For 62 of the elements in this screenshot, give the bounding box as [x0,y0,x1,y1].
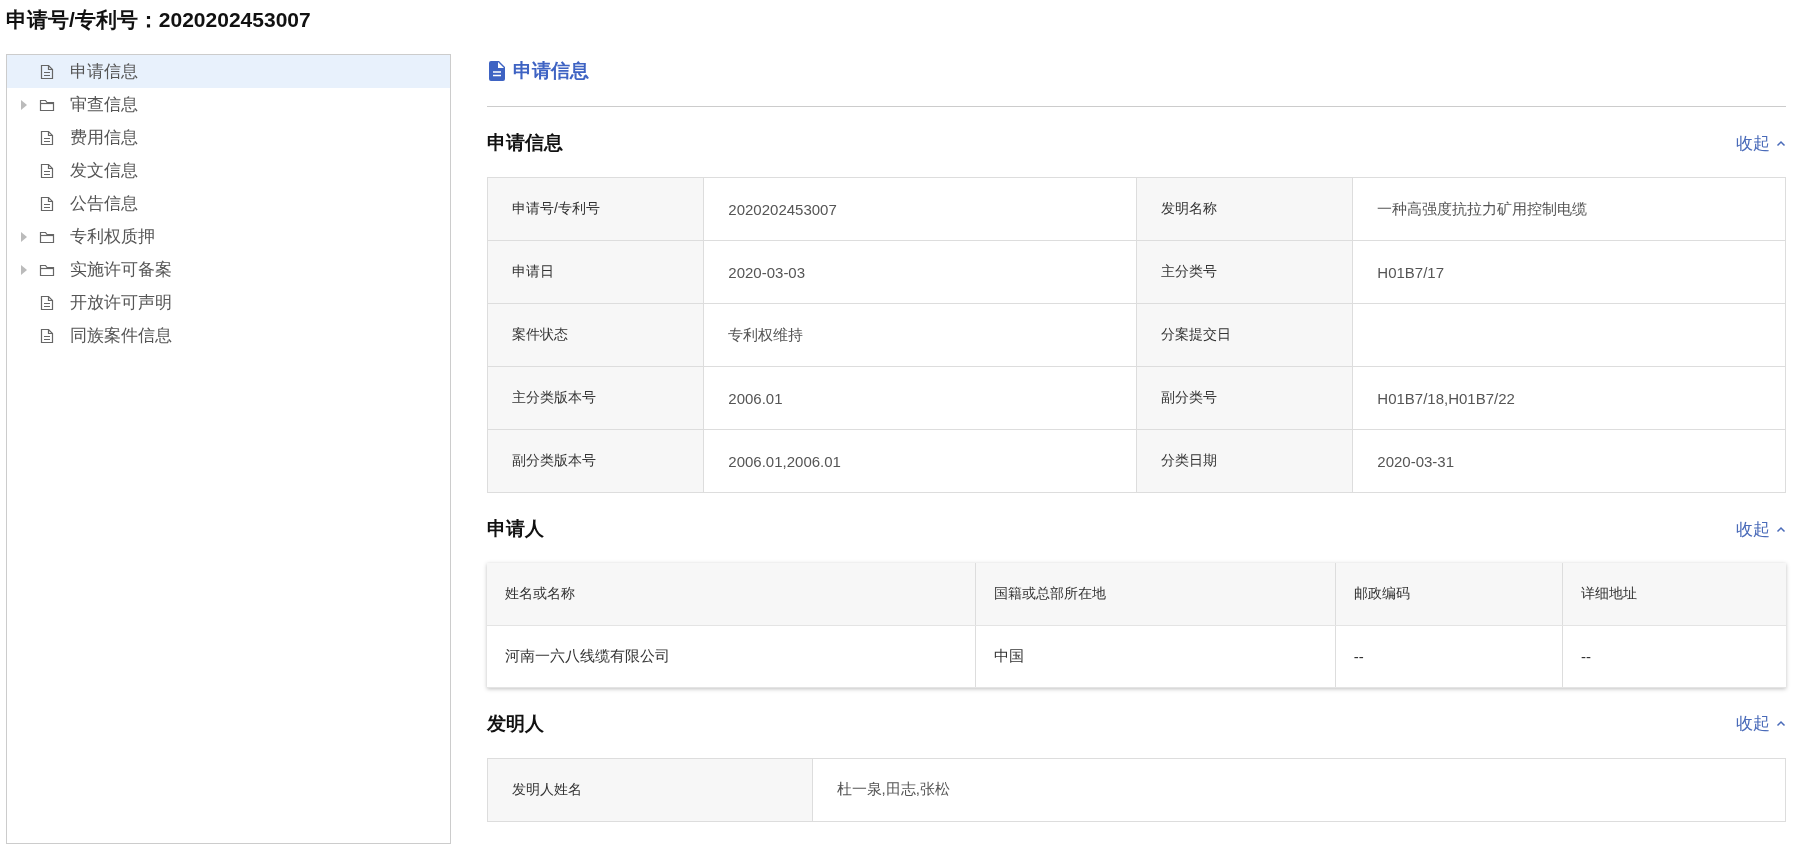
section-title: 发明人 [487,711,544,736]
field-value: H01B7/17 [1352,240,1786,304]
column-header: 姓名或名称 [487,563,976,625]
field-value: 专利权维持 [703,303,1137,367]
tree-item[interactable]: 专利权质押 [7,220,450,253]
panel-heading: 申请信息 [513,59,589,83]
field-label: 副分类号 [1136,366,1353,430]
field-label: 主分类版本号 [487,366,704,430]
tree-item[interactable]: 发文信息 [7,154,450,187]
tree-item[interactable]: 开放许可声明 [7,286,450,319]
field-value: 2020202453007 [703,177,1137,241]
field-label: 申请号/专利号 [487,177,704,241]
field-label: 申请日 [487,240,704,304]
field-value: 2020-03-31 [1352,429,1786,493]
document-icon [40,63,54,80]
document-icon [40,129,54,146]
field-label: 主分类号 [1136,240,1353,304]
document-icon [40,162,54,179]
folder-icon [39,97,55,112]
table-cell: -- [1335,625,1563,687]
document-icon [40,195,54,212]
folder-icon [39,229,55,244]
field-value: 一种高强度抗拉力矿用控制电缆 [1352,177,1786,241]
column-header: 详细地址 [1562,563,1786,625]
page-title: 申请号/专利号：2020202453007 [6,7,312,33]
folder-icon [39,262,55,277]
collapse-link[interactable]: 收起 [1736,712,1786,735]
chevron-up-icon [1776,525,1786,533]
field-label: 副分类版本号 [487,429,704,493]
caret-icon[interactable] [21,231,27,242]
tree-item[interactable]: 审查信息 [7,88,450,121]
tree-item[interactable]: 同族案件信息 [7,319,450,352]
column-header: 国籍或总部所在地 [975,563,1336,625]
chevron-up-icon [1776,139,1786,147]
table-cell: -- [1562,625,1786,687]
collapse-link[interactable]: 收起 [1736,517,1786,541]
section-title: 申请人 [487,517,544,541]
table-cell: 中国 [975,625,1336,687]
column-header: 邮政编码 [1335,563,1563,625]
field-value: 2006.01 [703,366,1137,430]
field-value: 2020-03-03 [703,240,1137,304]
table-cell: 河南一六八线缆有限公司 [487,625,976,687]
collapse-link[interactable]: 收起 [1736,131,1786,155]
field-label: 案件状态 [487,303,704,367]
field-value: 杜一泉,田志,张松 [812,758,1786,821]
tree-item[interactable]: 实施许可备案 [7,253,450,286]
field-value: H01B7/18,H01B7/22 [1352,366,1786,430]
field-label: 发明名称 [1136,177,1353,241]
tree-item[interactable]: 费用信息 [7,121,450,154]
chevron-up-icon [1776,720,1786,727]
field-label: 分案提交日 [1136,303,1353,367]
section-title: 申请信息 [487,131,563,155]
tree-item[interactable]: 申请信息 [7,55,450,88]
document-icon [489,61,505,81]
field-label: 发明人姓名 [487,758,812,821]
caret-icon[interactable] [21,99,27,110]
field-label: 分类日期 [1136,429,1353,493]
document-icon [40,294,54,311]
field-value: 2006.01,2006.01 [703,429,1137,493]
document-icon [40,327,54,344]
tree-item[interactable]: 公告信息 [7,187,450,220]
caret-icon[interactable] [21,264,27,275]
